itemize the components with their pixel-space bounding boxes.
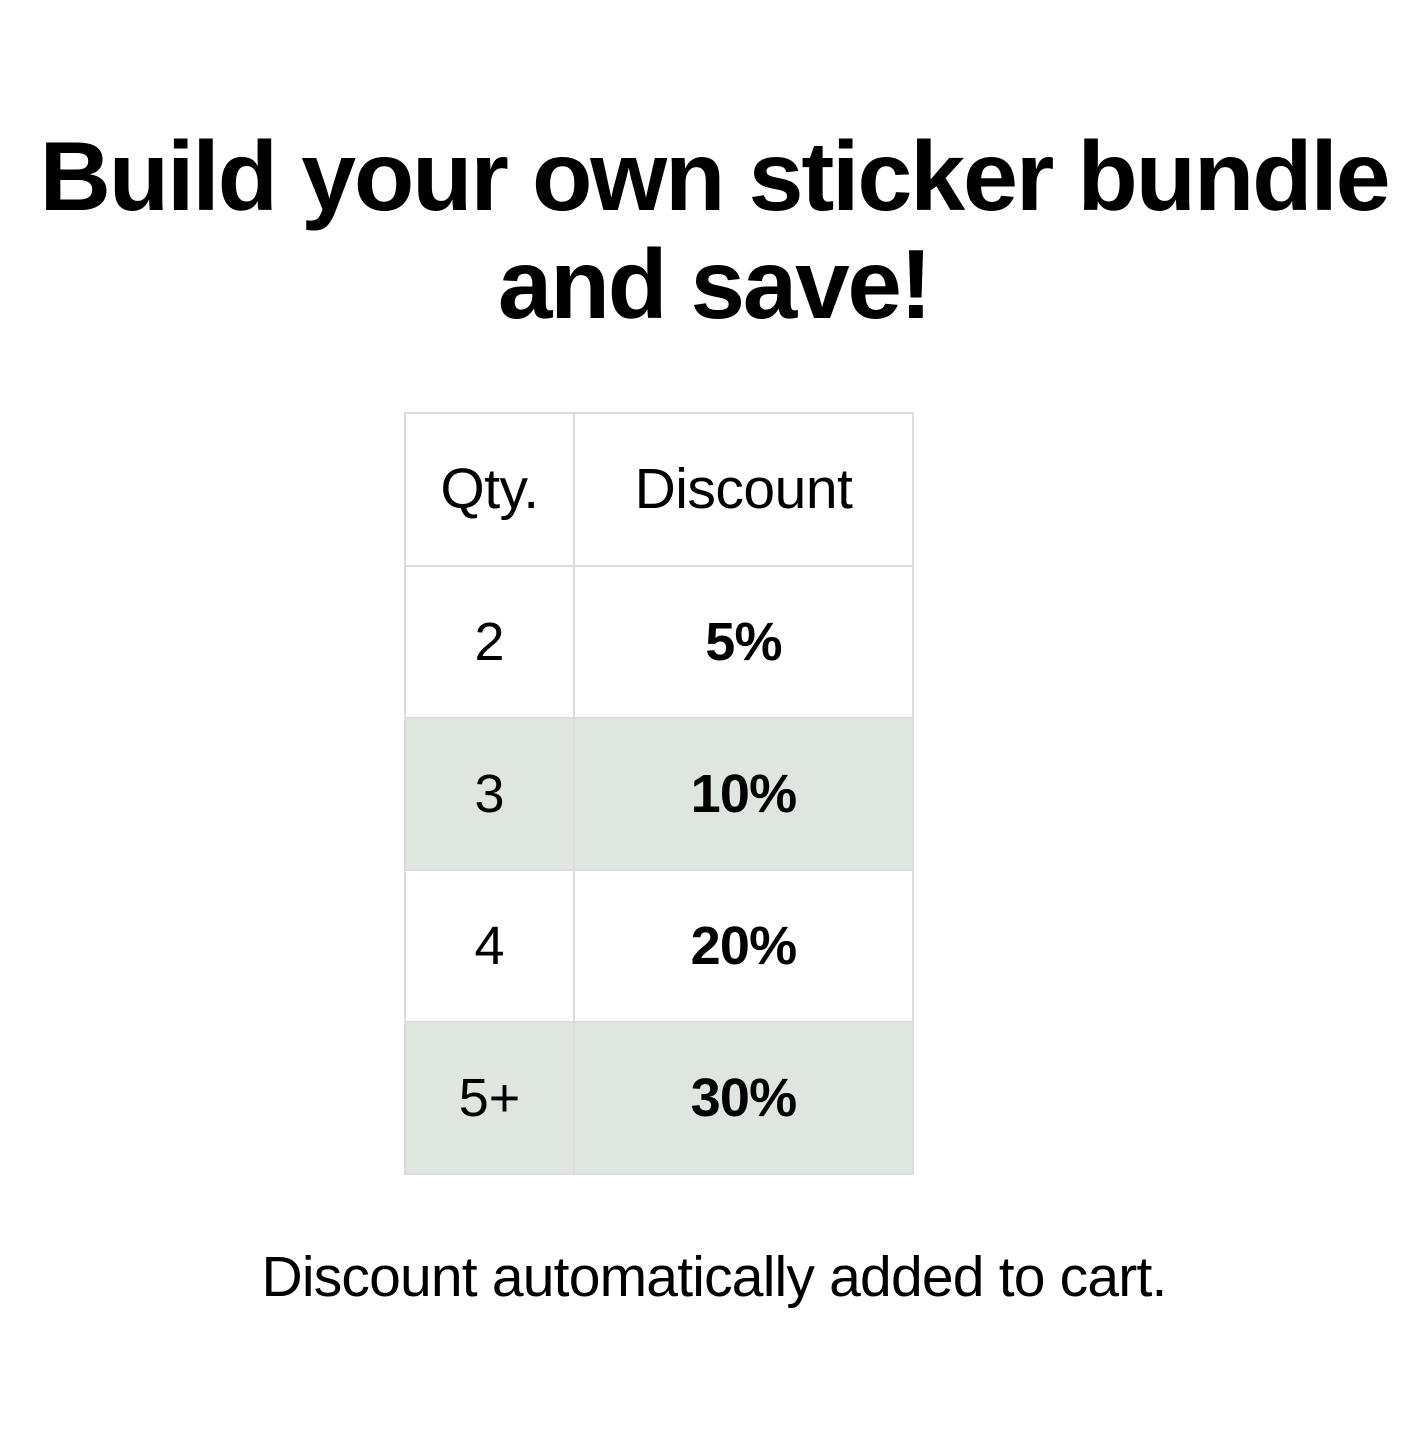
discount-footnote: Discount automatically added to cart. (261, 1245, 1167, 1309)
cell-discount: 30% (573, 1021, 914, 1175)
cell-discount: 10% (573, 717, 914, 871)
page-title: Build your own sticker bundle and save! (0, 122, 1428, 338)
cell-qty: 4 (404, 869, 575, 1023)
discount-table-head: Qty. Discount (404, 412, 914, 567)
discount-table-body: 2 5% 3 10% 4 20% 5+ 30% (404, 565, 914, 1175)
table-row: 2 5% (404, 565, 914, 719)
discount-table-container: Qty. Discount 2 5% 3 10% 4 20% 5+ 30% (404, 412, 914, 1175)
cell-discount: 20% (573, 869, 914, 1023)
sticker-bundle-promo-panel: Build your own sticker bundle and save! … (0, 0, 1428, 1432)
table-header-row: Qty. Discount (404, 412, 914, 567)
page-title-line-1: Build your own sticker bundle (39, 121, 1391, 231)
cell-qty: 3 (404, 717, 575, 871)
table-row: 4 20% (404, 869, 914, 1023)
column-header-qty: Qty. (404, 412, 575, 567)
table-row: 3 10% (404, 717, 914, 871)
discount-table: Qty. Discount 2 5% 3 10% 4 20% 5+ 30% (404, 412, 914, 1175)
cell-qty: 5+ (404, 1021, 575, 1175)
cell-qty: 2 (404, 565, 575, 719)
cell-discount: 5% (573, 565, 914, 719)
page-title-line-2: and save! (497, 229, 933, 339)
table-row: 5+ 30% (404, 1021, 914, 1175)
column-header-discount: Discount (573, 412, 914, 567)
